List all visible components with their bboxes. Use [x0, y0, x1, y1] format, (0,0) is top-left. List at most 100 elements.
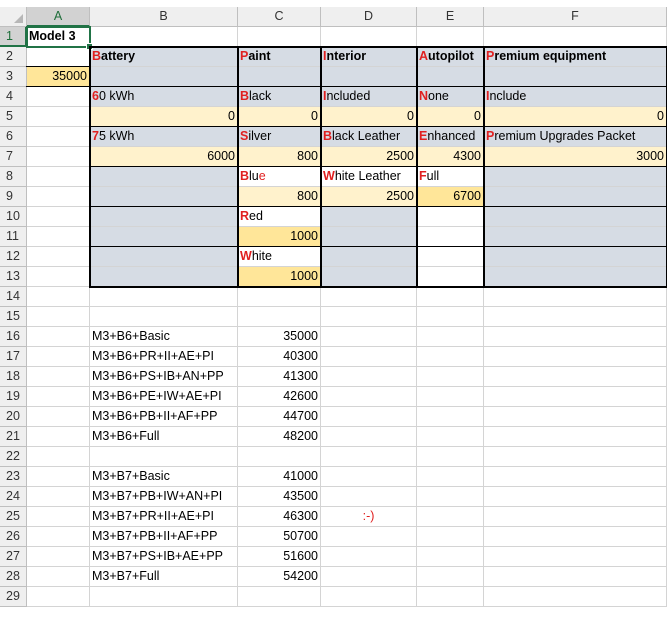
- cell-e1[interactable]: [417, 27, 484, 47]
- cell-a19[interactable]: [27, 387, 90, 407]
- cell-a28[interactable]: [27, 567, 90, 587]
- column-header-b[interactable]: B: [90, 7, 238, 27]
- cell-f18[interactable]: [484, 367, 667, 387]
- row-header-26[interactable]: 26: [0, 527, 27, 547]
- column-header-a[interactable]: A: [27, 7, 90, 27]
- cell-b5[interactable]: 0: [90, 107, 238, 127]
- cell-a9[interactable]: [27, 187, 90, 207]
- cell-d14[interactable]: [321, 287, 417, 307]
- cell-c9[interactable]: 800: [238, 187, 321, 207]
- cell-b16[interactable]: M3+B6+Basic: [90, 327, 238, 347]
- row-header-4[interactable]: 4: [0, 87, 27, 107]
- row-header-23[interactable]: 23: [0, 467, 27, 487]
- cell-a15[interactable]: [27, 307, 90, 327]
- cell-d5[interactable]: 0: [321, 107, 417, 127]
- select-all-corner[interactable]: [0, 7, 27, 27]
- cell-b13[interactable]: [90, 267, 238, 287]
- cell-c14[interactable]: [238, 287, 321, 307]
- cell-f1[interactable]: [484, 27, 667, 47]
- cell-a17[interactable]: [27, 347, 90, 367]
- cell-c23[interactable]: 41000: [238, 467, 321, 487]
- cell-e6[interactable]: Enhanced: [417, 127, 484, 147]
- cell-f25[interactable]: [484, 507, 667, 527]
- cell-d7[interactable]: 2500: [321, 147, 417, 167]
- cell-e25[interactable]: [417, 507, 484, 527]
- cell-b8[interactable]: [90, 167, 238, 187]
- cell-b15[interactable]: [90, 307, 238, 327]
- cell-a3[interactable]: 35000: [27, 67, 90, 87]
- cell-b9[interactable]: [90, 187, 238, 207]
- cell-a20[interactable]: [27, 407, 90, 427]
- cell-c13[interactable]: 1000: [238, 267, 321, 287]
- cell-e7[interactable]: 4300: [417, 147, 484, 167]
- cell-a25[interactable]: [27, 507, 90, 527]
- cell-e28[interactable]: [417, 567, 484, 587]
- cell-e3[interactable]: [417, 67, 484, 87]
- cell-e17[interactable]: [417, 347, 484, 367]
- cell-d11[interactable]: [321, 227, 417, 247]
- cell-e20[interactable]: [417, 407, 484, 427]
- cell-d25[interactable]: :-): [321, 507, 417, 527]
- cell-b19[interactable]: M3+B6+PE+IW+AE+PI: [90, 387, 238, 407]
- spreadsheet-grid[interactable]: A B C D E F 1 2 3 4 5 6 7 8 9 10 11 12 13 14 15 16 17 18 19 20 21 2…: [0, 0, 667, 619]
- cell-c7[interactable]: 800: [238, 147, 321, 167]
- cell-a5[interactable]: [27, 107, 90, 127]
- cell-c21[interactable]: 48200: [238, 427, 321, 447]
- cell-e19[interactable]: [417, 387, 484, 407]
- cell-e11[interactable]: [417, 227, 484, 247]
- cell-d15[interactable]: [321, 307, 417, 327]
- cell-c19[interactable]: 42600: [238, 387, 321, 407]
- cell-e10[interactable]: [417, 207, 484, 227]
- cell-f19[interactable]: [484, 387, 667, 407]
- cell-c29[interactable]: [238, 587, 321, 607]
- cell-e2[interactable]: Autopilot: [417, 47, 484, 67]
- cell-a16[interactable]: [27, 327, 90, 347]
- cell-f11[interactable]: [484, 227, 667, 247]
- cell-a12[interactable]: [27, 247, 90, 267]
- cell-a6[interactable]: [27, 127, 90, 147]
- cell-f13[interactable]: [484, 267, 667, 287]
- cell-d13[interactable]: [321, 267, 417, 287]
- cell-f22[interactable]: [484, 447, 667, 467]
- cell-e4[interactable]: None: [417, 87, 484, 107]
- cell-c18[interactable]: 41300: [238, 367, 321, 387]
- row-header-15[interactable]: 15: [0, 307, 27, 327]
- cell-b14[interactable]: [90, 287, 238, 307]
- cell-d17[interactable]: [321, 347, 417, 367]
- cell-e14[interactable]: [417, 287, 484, 307]
- column-header-d[interactable]: D: [321, 7, 417, 27]
- cell-b11[interactable]: [90, 227, 238, 247]
- cell-b22[interactable]: [90, 447, 238, 467]
- cell-d16[interactable]: [321, 327, 417, 347]
- row-header-28[interactable]: 28: [0, 567, 27, 587]
- cell-b1[interactable]: [90, 27, 238, 47]
- cell-d20[interactable]: [321, 407, 417, 427]
- row-header-8[interactable]: 8: [0, 167, 27, 187]
- row-header-22[interactable]: 22: [0, 447, 27, 467]
- row-header-10[interactable]: 10: [0, 207, 27, 227]
- cell-d28[interactable]: [321, 567, 417, 587]
- cell-e23[interactable]: [417, 467, 484, 487]
- cell-d12[interactable]: [321, 247, 417, 267]
- cell-a4[interactable]: [27, 87, 90, 107]
- row-header-25[interactable]: 25: [0, 507, 27, 527]
- cell-d29[interactable]: [321, 587, 417, 607]
- cell-e9[interactable]: 6700: [417, 187, 484, 207]
- cell-c1[interactable]: [238, 27, 321, 47]
- cell-b27[interactable]: M3+B7+PS+IB+AE+PP: [90, 547, 238, 567]
- cell-c24[interactable]: 43500: [238, 487, 321, 507]
- column-header-e[interactable]: E: [417, 7, 484, 27]
- row-header-9[interactable]: 9: [0, 187, 27, 207]
- cell-e16[interactable]: [417, 327, 484, 347]
- cell-c15[interactable]: [238, 307, 321, 327]
- cell-f6[interactable]: Premium Upgrades Packet: [484, 127, 667, 147]
- cell-c20[interactable]: 44700: [238, 407, 321, 427]
- row-header-13[interactable]: 13: [0, 267, 27, 287]
- cell-d19[interactable]: [321, 387, 417, 407]
- row-header-19[interactable]: 19: [0, 387, 27, 407]
- cell-f17[interactable]: [484, 347, 667, 367]
- cell-a7[interactable]: [27, 147, 90, 167]
- cell-c26[interactable]: 50700: [238, 527, 321, 547]
- cell-d21[interactable]: [321, 427, 417, 447]
- cell-c2[interactable]: Paint: [238, 47, 321, 67]
